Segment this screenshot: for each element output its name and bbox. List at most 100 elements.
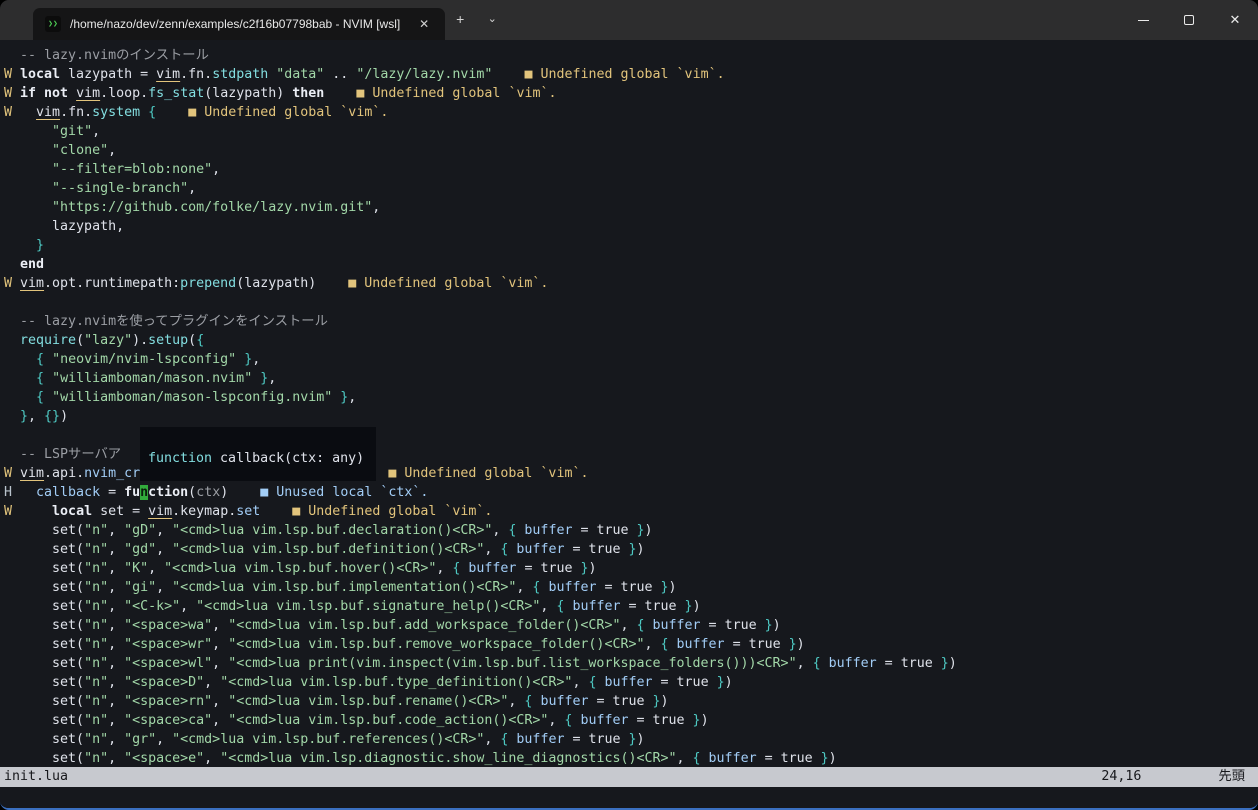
code-token: { (196, 333, 205, 348)
code-line[interactable]: W if not vim.loop.fs_stat(lazypath) then… (4, 84, 1258, 103)
diagnostic-virtual-text: ■ Undefined global `vim`. (348, 276, 549, 291)
code-line[interactable]: set("n", "gr", "<cmd>lua vim.lsp.buf.ref… (4, 730, 1258, 749)
code-line[interactable]: { "neovim/nvim-lspconfig" }, (4, 350, 1258, 369)
code-line[interactable]: W local lazypath = vim.fn.stdpath "data"… (4, 65, 1258, 84)
code-token: vim (148, 504, 173, 519)
code-line[interactable]: set("n", "<space>D", "<cmd>lua vim.lsp.b… (4, 673, 1258, 692)
code-line[interactable]: "--single-branch", (4, 179, 1258, 198)
new-tab-button[interactable]: + (445, 5, 475, 33)
code-line[interactable]: set("n", "gd", "<cmd>lua vim.lsp.buf.def… (4, 540, 1258, 559)
code-token: ( (188, 485, 197, 500)
code-token: "n" (84, 751, 109, 766)
command-line[interactable] (0, 787, 1258, 808)
code-token: "n" (84, 542, 109, 557)
code-token: "<cmd>lua vim.lsp.buf.references()<CR>" (172, 732, 485, 747)
code-line[interactable]: set("n", "<space>ca", "<cmd>lua vim.lsp.… (4, 711, 1258, 730)
code-line[interactable]: "git", (4, 122, 1258, 141)
code-line[interactable]: set("n", "K", "<cmd>lua vim.lsp.buf.hove… (4, 559, 1258, 578)
code-line[interactable]: set("n", "gi", "<cmd>lua vim.lsp.buf.imp… (4, 578, 1258, 597)
code-line[interactable]: } (4, 236, 1258, 255)
code-line[interactable]: { "williamboman/mason-lspconfig.nvim" }, (4, 388, 1258, 407)
code-line[interactable]: lazypath, (4, 217, 1258, 236)
code-token: } (716, 675, 725, 690)
code-line[interactable]: "https://github.com/folke/lazy.nvim.git"… (4, 198, 1258, 217)
nvim-editor[interactable]: -- lazy.nvimのインストール W local lazypath = vi… (0, 40, 1258, 808)
tab-dropdown-button[interactable]: ⌄ (475, 5, 509, 33)
close-button[interactable]: ✕ (1212, 0, 1258, 40)
code-token: "<cmd>lua vim.lsp.buf.code_action()<CR>" (228, 713, 549, 728)
close-icon: ✕ (1229, 12, 1241, 27)
diagnostic-sign (4, 580, 20, 595)
code-line[interactable]: W vim.opt.runtimepath:prepend(lazypath) … (4, 274, 1258, 293)
code-token: , (572, 675, 589, 690)
code-token: set( (20, 732, 85, 747)
code-line[interactable] (4, 293, 1258, 312)
code-line[interactable]: W local set = vim.keymap.set ■ Undefined… (4, 502, 1258, 521)
code-line[interactable]: require("lazy").setup({ (4, 331, 1258, 350)
code-token: , (108, 580, 125, 595)
diagnostic-sign (4, 314, 20, 329)
terminal-window: ❯❯ /home/nazo/dev/zenn/examples/c2f16b07… (0, 0, 1258, 810)
code-token: ) (660, 694, 669, 709)
code-token: "<space>ca" (124, 713, 213, 728)
code-line[interactable]: set("n", "<space>e", "<cmd>lua vim.lsp.d… (4, 749, 1258, 767)
code-token: , (148, 561, 165, 576)
code-token: ) (60, 409, 69, 424)
code-line[interactable]: "clone", (4, 141, 1258, 160)
code-buffer[interactable]: -- lazy.nvimのインストール W local lazypath = vi… (0, 40, 1258, 767)
code-token: local (20, 67, 61, 82)
minimize-button[interactable] (1120, 0, 1166, 40)
code-line[interactable]: set("n", "<space>wr", "<cmd>lua vim.lsp.… (4, 635, 1258, 654)
code-token: { (812, 656, 821, 671)
code-line[interactable]: end (4, 255, 1258, 274)
code-token: buffer (708, 751, 757, 766)
close-icon: ✕ (419, 17, 430, 31)
code-token: callback(ctx: any) (212, 451, 365, 466)
code-line[interactable]: }, {}) (4, 407, 1258, 426)
code-line[interactable]: set("n", "<space>wa", "<cmd>lua vim.lsp.… (4, 616, 1258, 635)
code-token: = true (572, 523, 637, 538)
code-line[interactable]: set("n", "<space>rn", "<cmd>lua vim.lsp.… (4, 692, 1258, 711)
code-line[interactable]: -- lazy.nvimのインストール (4, 46, 1258, 65)
code-line[interactable]: -- lazy.nvimを使ってプラグインをインストール (4, 312, 1258, 331)
code-line[interactable]: H callback = function(ctx) ■ Unused loca… (4, 483, 1258, 502)
diagnostic-sign (4, 618, 20, 633)
code-token: , (108, 675, 125, 690)
code-line[interactable]: { "williamboman/mason.nvim" }, (4, 369, 1258, 388)
code-token: , (252, 352, 261, 367)
code-token: function (148, 451, 213, 466)
code-token: , (540, 599, 557, 614)
code-token: , (156, 523, 173, 538)
tab-nvim[interactable]: ❯❯ /home/nazo/dev/zenn/examples/c2f16b07… (33, 8, 446, 40)
code-line[interactable]: "--filter=blob:none", (4, 160, 1258, 179)
code-line[interactable]: set("n", "<space>wl", "<cmd>lua print(vi… (4, 654, 1258, 673)
code-token: "<cmd>lua vim.lsp.buf.definition()<CR>" (172, 542, 485, 557)
code-token: = true (516, 561, 581, 576)
tab-close-button[interactable]: ✕ (413, 13, 435, 35)
code-token: } (36, 238, 45, 253)
code-token: ). (132, 333, 149, 348)
code-token: -- lazy.nvimを使ってプラグインをインストール (20, 314, 328, 329)
code-line[interactable]: W vim.fn.system { ■ Undefined global `vi… (4, 103, 1258, 122)
code-line[interactable]: set("n", "gD", "<cmd>lua vim.lsp.buf.dec… (4, 521, 1258, 540)
code-token: } (940, 656, 949, 671)
diagnostic-sign (4, 257, 20, 272)
maximize-button[interactable] (1166, 0, 1212, 40)
code-token: "lazy" (84, 333, 133, 348)
titlebar[interactable]: ❯❯ /home/nazo/dev/zenn/examples/c2f16b07… (0, 0, 1258, 40)
code-line[interactable]: set("n", "<C-k>", "<cmd>lua vim.lsp.buf.… (4, 597, 1258, 616)
code-token: , (676, 751, 693, 766)
diagnostic-sign (4, 732, 20, 747)
code-token: require (20, 333, 77, 348)
diagnostic-sign (4, 694, 20, 709)
diagnostic-sign (4, 409, 20, 424)
code-token: = true (628, 713, 693, 728)
code-token: ) (644, 523, 653, 538)
